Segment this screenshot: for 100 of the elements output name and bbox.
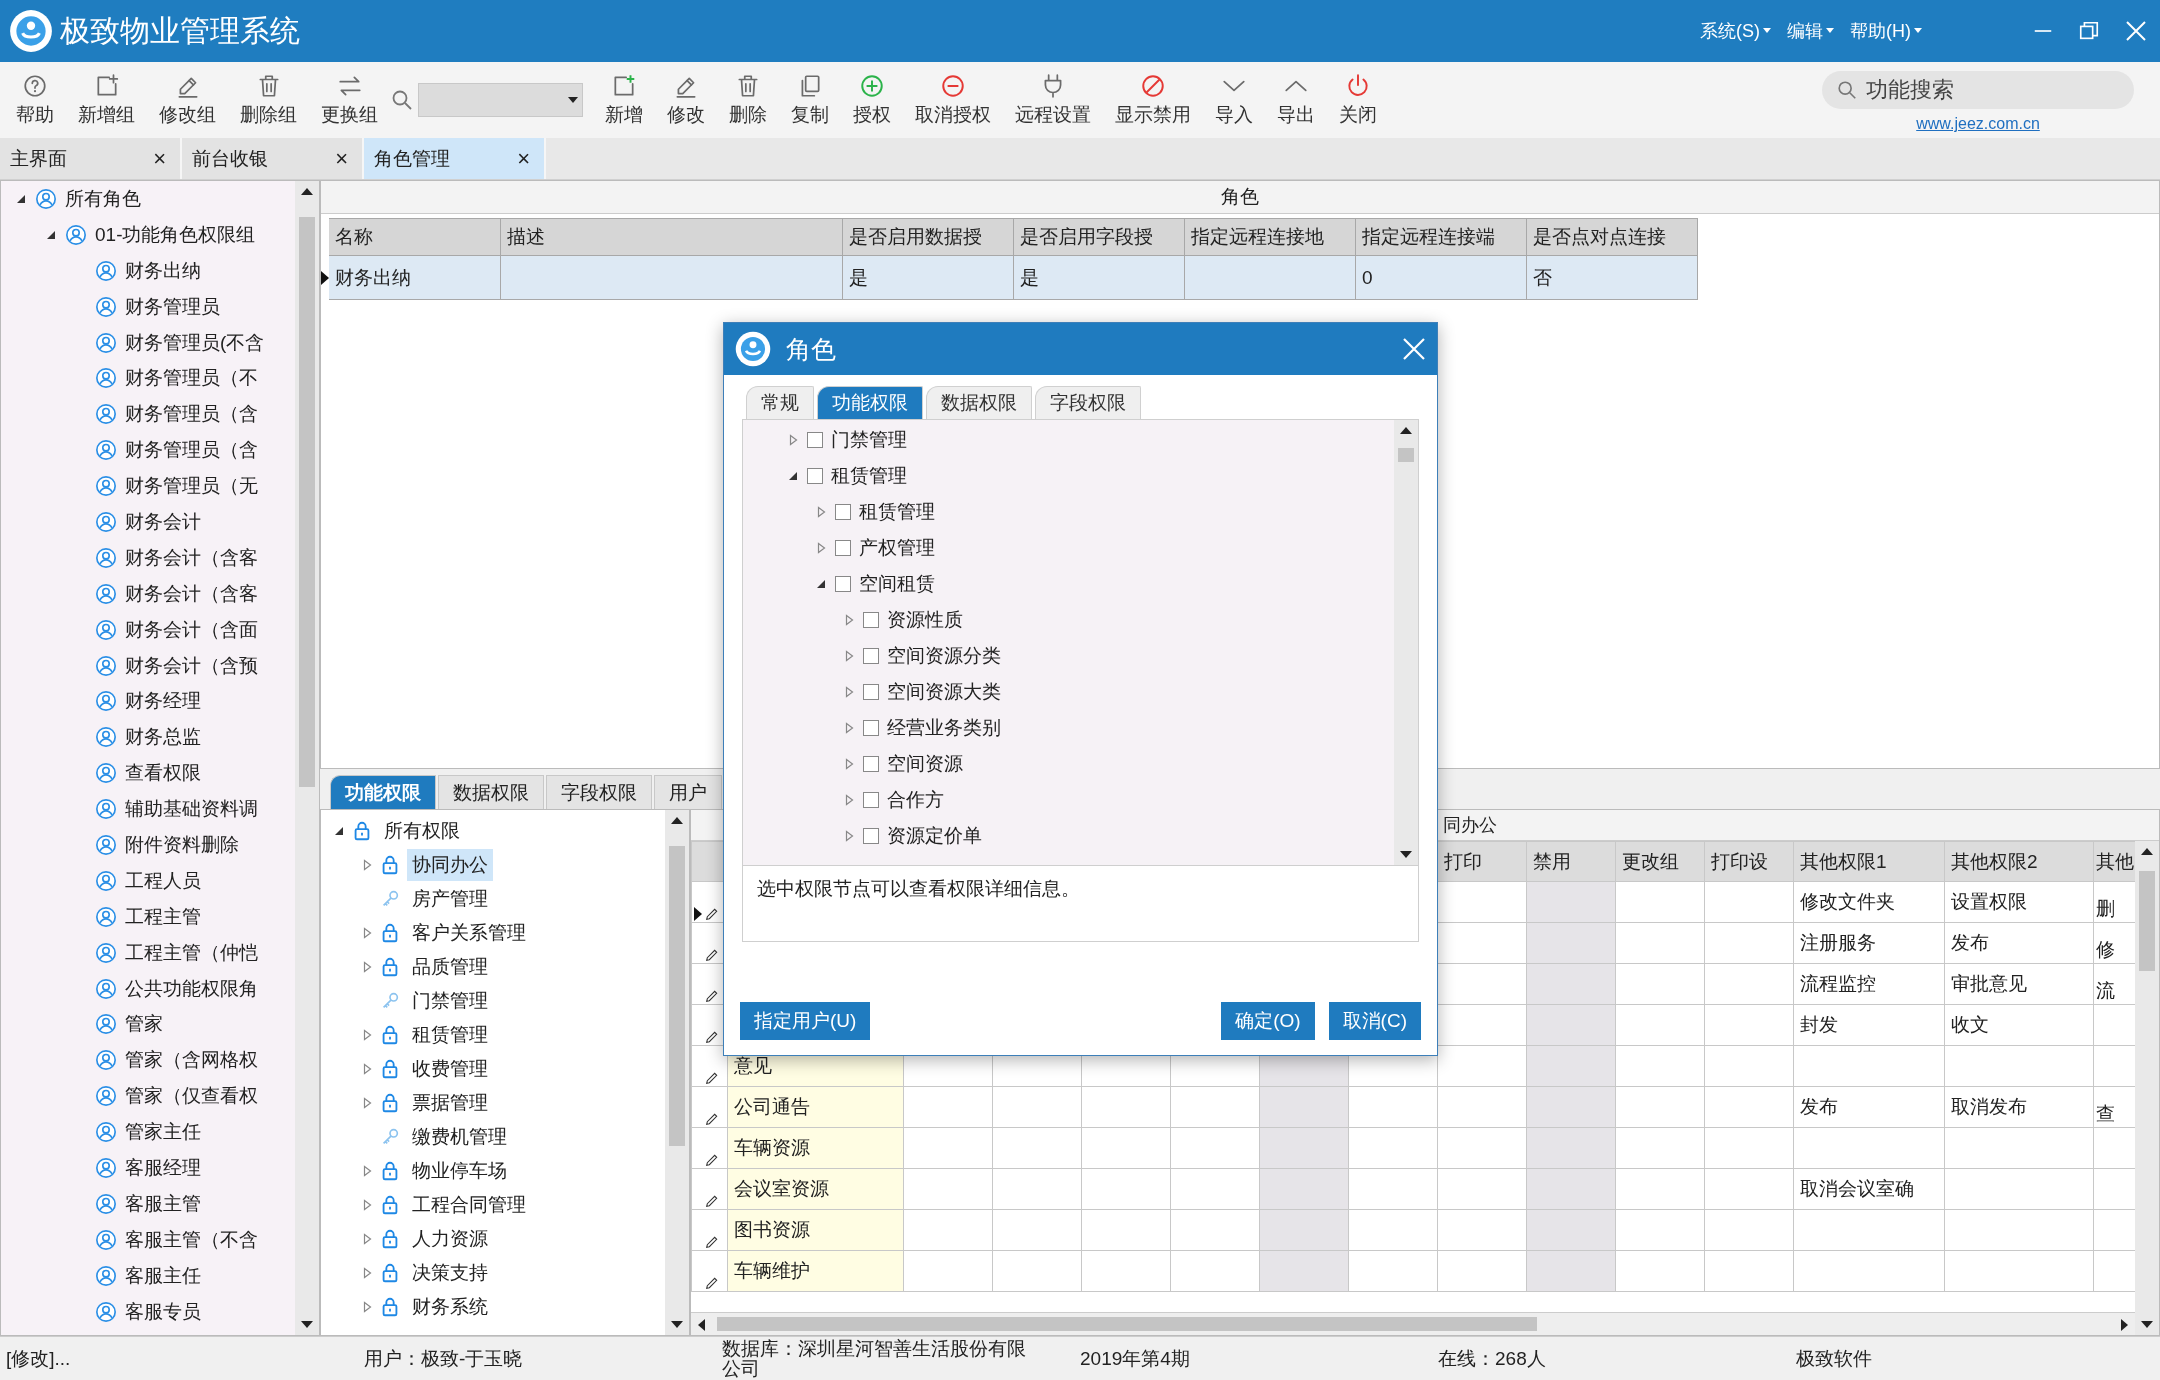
tree-toggle-icon[interactable] bbox=[361, 1301, 373, 1313]
website-link[interactable]: www.jeez.com.cn bbox=[1916, 115, 2040, 133]
close-button[interactable]: × bbox=[153, 145, 166, 172]
menu[interactable]: 编辑 bbox=[1779, 19, 1842, 43]
scrollbar[interactable] bbox=[665, 810, 689, 1335]
toolbar-button[interactable]: 导出 bbox=[1265, 70, 1327, 130]
tree-toggle-icon[interactable] bbox=[815, 578, 827, 590]
tree-toggle-icon[interactable] bbox=[843, 686, 855, 698]
tree-item[interactable]: 管家主任 bbox=[125, 1119, 201, 1146]
tree-item[interactable]: 门禁管理 bbox=[831, 427, 907, 453]
tree-item[interactable]: 所有权限 bbox=[379, 815, 465, 847]
tree-toggle-icon[interactable] bbox=[843, 650, 855, 662]
checkbox[interactable] bbox=[863, 612, 879, 628]
tree-item[interactable]: 财务会计（含客 bbox=[125, 544, 258, 571]
scroll-down-arrow-icon[interactable] bbox=[671, 1321, 683, 1329]
tree-toggle-icon[interactable] bbox=[361, 1199, 373, 1211]
toolbar-button[interactable]: 关闭 bbox=[1327, 70, 1389, 130]
ok-button[interactable]: 确定(O) bbox=[1221, 1002, 1315, 1040]
scrollbar[interactable] bbox=[295, 181, 319, 1335]
scroll-up-arrow-icon[interactable] bbox=[1400, 426, 1412, 434]
tab[interactable]: 前台收银 × bbox=[182, 138, 364, 179]
tree-item[interactable]: 财务管理员（不 bbox=[125, 365, 258, 392]
close-icon[interactable] bbox=[2124, 19, 2148, 43]
tree-item[interactable]: 租赁管理 bbox=[859, 499, 935, 525]
tree-item[interactable]: 资源性质 bbox=[887, 607, 963, 633]
scroll-thumb[interactable] bbox=[299, 217, 315, 787]
checkbox[interactable] bbox=[863, 756, 879, 772]
tab[interactable]: 角色管理 × bbox=[364, 138, 546, 179]
restore-icon[interactable] bbox=[2078, 20, 2100, 42]
tree-item[interactable]: 财务总监 bbox=[125, 724, 201, 751]
tab[interactable]: 数据权限 bbox=[438, 775, 544, 809]
tab[interactable]: 字段权限 bbox=[1035, 386, 1141, 419]
tab[interactable]: 主界面 × bbox=[0, 138, 182, 179]
checkbox[interactable] bbox=[807, 468, 823, 484]
tree-item[interactable]: 财务管理员（无 bbox=[125, 473, 258, 500]
assign-users-button[interactable]: 指定用户(U) bbox=[740, 1002, 871, 1040]
scroll-thumb[interactable] bbox=[1398, 448, 1414, 462]
tree-toggle-icon[interactable] bbox=[843, 614, 855, 626]
scroll-left-arrow-icon[interactable] bbox=[697, 1319, 705, 1331]
scroll-thumb[interactable] bbox=[717, 1317, 1537, 1331]
tree-item[interactable]: 空间资源 bbox=[887, 751, 963, 777]
checkbox[interactable] bbox=[835, 504, 851, 520]
toolbar-button[interactable]: 显示禁用 bbox=[1103, 70, 1203, 130]
tree-item[interactable]: 财务会计（含面 bbox=[125, 616, 258, 643]
tree-toggle-icon[interactable] bbox=[361, 1029, 373, 1041]
tree-item[interactable]: 工程主管 bbox=[125, 903, 201, 930]
toolbar-button[interactable]: 授权 bbox=[841, 70, 903, 130]
checkbox[interactable] bbox=[835, 540, 851, 556]
tab[interactable]: 字段权限 bbox=[546, 775, 652, 809]
tree-item[interactable]: 财务管理员 bbox=[125, 293, 220, 320]
close-icon[interactable] bbox=[1401, 336, 1427, 362]
tree-item[interactable]: 物业停车场 bbox=[407, 1155, 512, 1187]
tree-item[interactable]: 01-功能角色权限组 bbox=[95, 221, 256, 248]
tree-item[interactable]: 工程人员 bbox=[125, 867, 201, 894]
tab[interactable]: 功能权限 bbox=[330, 775, 436, 809]
scroll-thumb[interactable] bbox=[2139, 871, 2155, 971]
dropdown-field[interactable] bbox=[418, 83, 583, 117]
scrollbar[interactable] bbox=[691, 1312, 2135, 1335]
tree-item[interactable]: 客服专员 bbox=[125, 1298, 201, 1325]
scroll-down-arrow-icon[interactable] bbox=[301, 1321, 313, 1329]
checkbox[interactable] bbox=[863, 792, 879, 808]
scroll-down-arrow-icon[interactable] bbox=[1400, 851, 1412, 859]
tree-toggle-icon[interactable] bbox=[815, 542, 827, 554]
tree-item[interactable]: 工程主管（仲恺 bbox=[125, 939, 258, 966]
toolbar-button[interactable]: 复制 bbox=[779, 70, 841, 130]
tree-item[interactable]: 资源定价单 bbox=[887, 823, 982, 849]
search-icon[interactable] bbox=[390, 88, 414, 112]
tree-item[interactable]: 房产管理 bbox=[407, 883, 493, 915]
tree-item[interactable]: 财务会计（含预 bbox=[125, 652, 258, 679]
toolbar-button[interactable]: 删除组 bbox=[228, 70, 309, 130]
tree-item[interactable]: 公共功能权限角 bbox=[125, 975, 258, 1002]
tree-item[interactable]: 客服经理 bbox=[125, 1155, 201, 1181]
scroll-up-arrow-icon[interactable] bbox=[2141, 847, 2153, 855]
tree-item[interactable]: 辅助基础资料调 bbox=[125, 796, 258, 823]
tab[interactable]: 数据权限 bbox=[926, 386, 1032, 419]
tree-item[interactable]: 门禁管理 bbox=[407, 985, 493, 1017]
toolbar-button[interactable]: 取消授权 bbox=[903, 70, 1003, 130]
tree-item[interactable]: 经营业务类别 bbox=[887, 715, 1001, 741]
scroll-up-arrow-icon[interactable] bbox=[301, 187, 313, 195]
tree-item[interactable]: 客服主管（不含 bbox=[125, 1226, 258, 1253]
toolbar-button[interactable]: 远程设置 bbox=[1003, 70, 1103, 130]
tree-item[interactable]: 查看权限 bbox=[125, 760, 201, 787]
tree-toggle-icon[interactable] bbox=[843, 830, 855, 842]
close-button[interactable]: × bbox=[517, 145, 530, 172]
cancel-button[interactable]: 取消(C) bbox=[1328, 1002, 1421, 1040]
scroll-down-arrow-icon[interactable] bbox=[2141, 1321, 2153, 1329]
tree-item[interactable]: 管家（仅查看权 bbox=[125, 1083, 258, 1110]
tree-item[interactable]: 财务出纳 bbox=[125, 257, 201, 284]
tree-item[interactable]: 财务管理员（含 bbox=[125, 401, 258, 428]
toolbar-button[interactable]: 新增组 bbox=[66, 70, 147, 130]
tree-toggle-icon[interactable] bbox=[361, 961, 373, 973]
tree-item[interactable]: 财务管理员(不含 bbox=[125, 329, 265, 356]
tree-item[interactable]: 客户关系管理 bbox=[407, 917, 531, 949]
scrollbar[interactable] bbox=[1394, 420, 1418, 865]
checkbox[interactable] bbox=[807, 432, 823, 448]
tab[interactable]: 功能权限 bbox=[817, 386, 923, 419]
checkbox[interactable] bbox=[835, 576, 851, 592]
tree-toggle-icon[interactable] bbox=[361, 1097, 373, 1109]
search-field[interactable]: 功能搜索 bbox=[1822, 71, 2134, 109]
tree-toggle-icon[interactable] bbox=[843, 722, 855, 734]
